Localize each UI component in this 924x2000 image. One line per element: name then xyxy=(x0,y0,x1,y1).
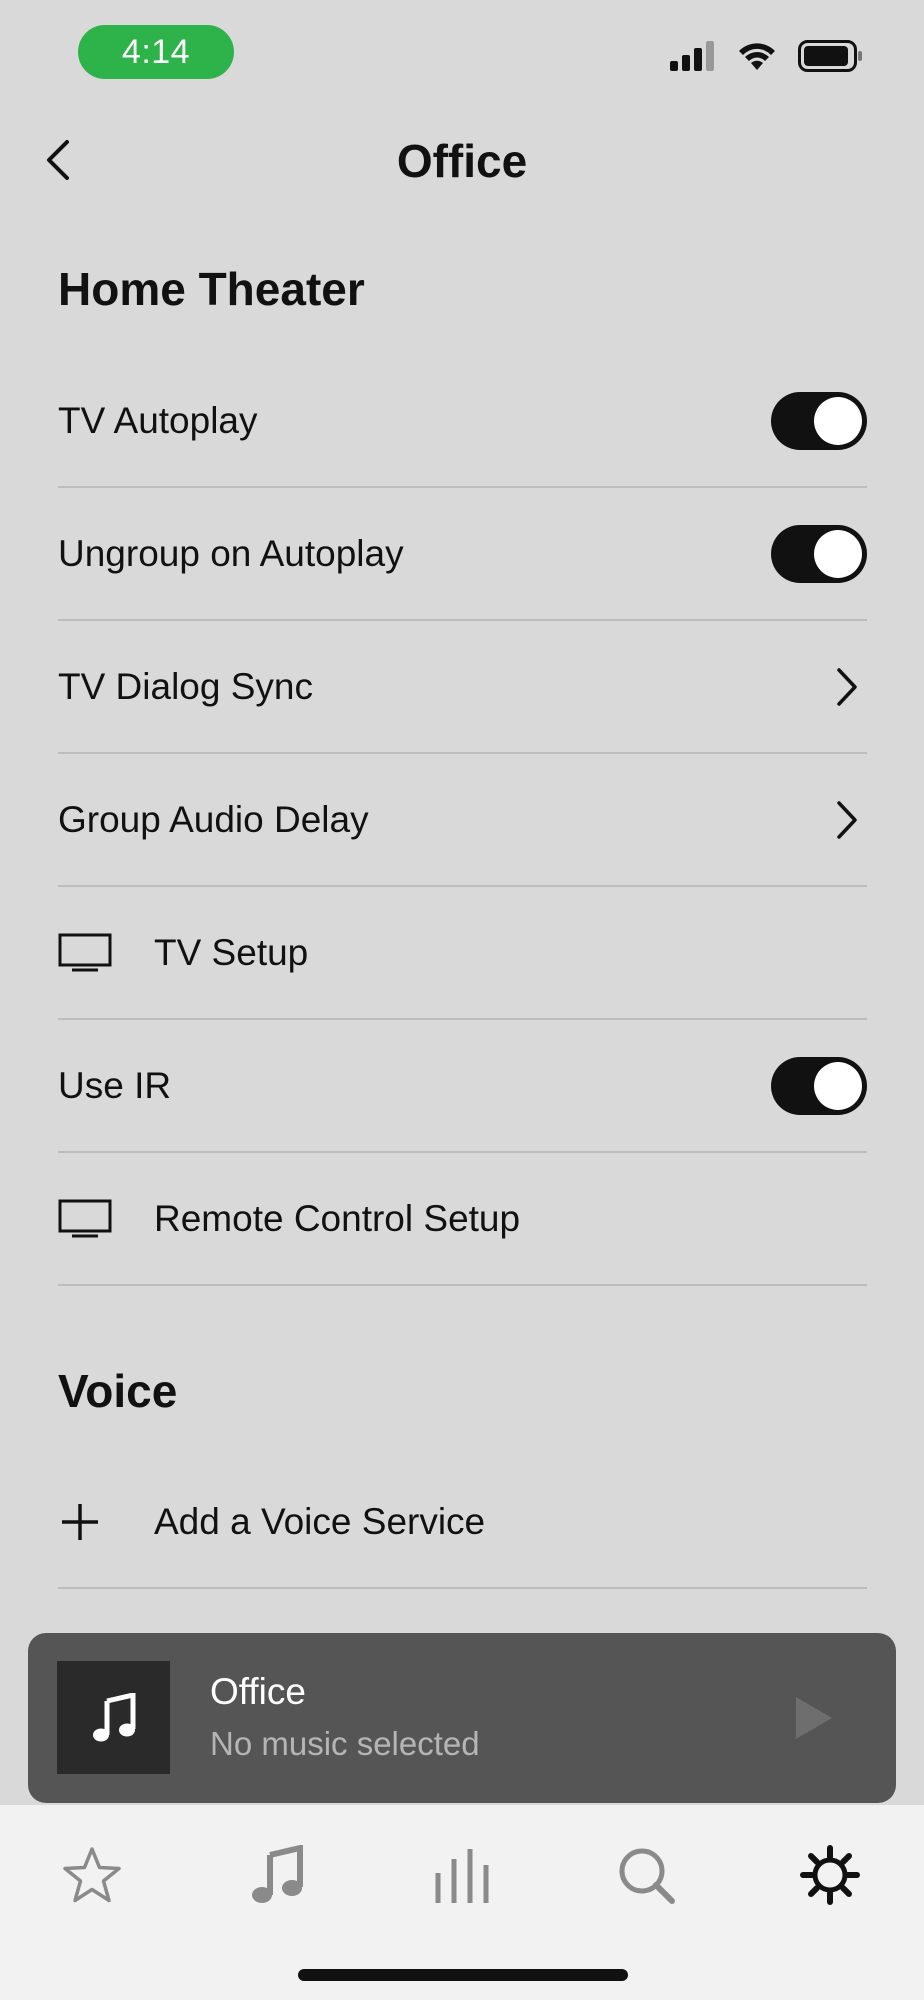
tab-browse[interactable] xyxy=(238,1835,318,1915)
star-icon xyxy=(63,1847,121,1903)
toggle-knob xyxy=(814,529,862,578)
gear-icon xyxy=(800,1845,860,1905)
status-bar: 4:14 xyxy=(0,0,924,100)
wifi-icon xyxy=(739,43,775,70)
row-label: Group Audio Delay xyxy=(58,798,369,840)
now-playing-subtitle: No music selected xyxy=(210,1725,480,1762)
row-label: Remote Control Setup xyxy=(154,1197,521,1239)
row-label: TV Dialog Sync xyxy=(58,665,313,707)
row-label: Ungroup on Autoplay xyxy=(58,532,404,574)
tv-icon xyxy=(58,1199,118,1239)
toggle-knob xyxy=(814,396,862,445)
music-note-icon xyxy=(252,1845,303,1903)
now-playing-title: Office xyxy=(210,1671,306,1712)
row-tv-setup[interactable]: TV Setup xyxy=(58,887,867,1020)
tab-favorites[interactable] xyxy=(52,1835,132,1915)
tab-rooms[interactable] xyxy=(422,1835,502,1915)
row-tv-autoplay: TV Autoplay xyxy=(58,355,867,488)
row-add-voice-service[interactable]: Add a Voice Service xyxy=(58,1457,867,1589)
play-button[interactable] xyxy=(788,1691,838,1745)
page-title: Office xyxy=(396,135,528,187)
section-title-home-theater: Home Theater xyxy=(58,263,365,315)
chevron-right-icon xyxy=(827,662,867,712)
row-tv-dialog-sync[interactable]: TV Dialog Sync xyxy=(58,621,867,754)
chevron-right-icon xyxy=(827,795,867,845)
tab-settings[interactable] xyxy=(790,1835,870,1915)
row-label: Use IR xyxy=(58,1064,172,1106)
row-ungroup-on-autoplay: Ungroup on Autoplay xyxy=(58,488,867,621)
tv-icon xyxy=(58,933,118,973)
nav-header: Office xyxy=(0,110,924,210)
home-indicator xyxy=(298,1969,628,1981)
now-playing-bar[interactable]: Office No music selected xyxy=(28,1633,896,1803)
album-art xyxy=(57,1661,170,1774)
status-icons xyxy=(670,40,864,72)
row-label: TV Setup xyxy=(154,931,309,973)
rooms-bars-icon xyxy=(435,1849,489,1903)
tv-autoplay-toggle[interactable] xyxy=(771,391,867,450)
plus-icon xyxy=(58,1502,118,1542)
use-ir-toggle[interactable] xyxy=(771,1056,867,1115)
music-note-icon xyxy=(92,1692,135,1741)
cellular-signal-icon xyxy=(670,41,714,71)
ungroup-on-autoplay-toggle[interactable] xyxy=(771,524,867,583)
row-label: Add a Voice Service xyxy=(154,1501,486,1542)
battery-icon xyxy=(798,40,862,72)
status-time: 4:14 xyxy=(78,25,234,79)
section-title-voice: Voice xyxy=(58,1365,178,1417)
row-use-ir: Use IR xyxy=(58,1020,867,1153)
play-icon xyxy=(796,1697,832,1739)
row-label: TV Autoplay xyxy=(58,399,258,441)
row-group-audio-delay[interactable]: Group Audio Delay xyxy=(58,754,867,887)
row-remote-control-setup[interactable]: Remote Control Setup xyxy=(58,1153,867,1286)
search-icon xyxy=(619,1848,675,1904)
tab-search[interactable] xyxy=(606,1835,686,1915)
toggle-knob xyxy=(814,1061,862,1110)
